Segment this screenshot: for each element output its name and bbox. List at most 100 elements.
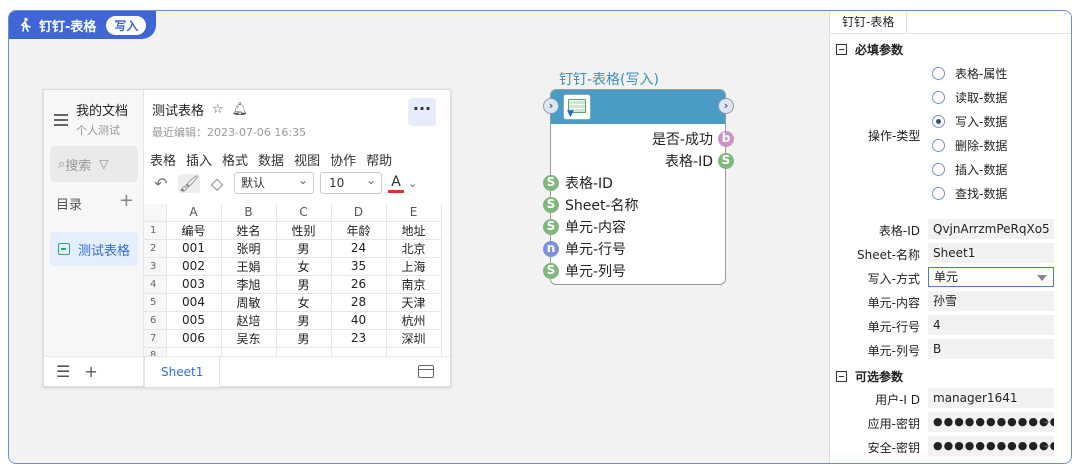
eye-off-icon[interactable]: ⌣: [1043, 436, 1050, 456]
add-icon[interactable]: +: [119, 192, 134, 213]
table-cell[interactable]: 23: [331, 329, 387, 348]
radio-option[interactable]: 查找-数据: [932, 185, 1007, 202]
input-port[interactable]: n: [543, 241, 559, 257]
row-header[interactable]: 7: [144, 329, 167, 348]
table-cell[interactable]: 北京: [386, 239, 442, 258]
chevron-down-icon[interactable]: [1037, 275, 1047, 281]
table-cell[interactable]: 26: [331, 275, 387, 294]
radio-option[interactable]: 写入-数据: [932, 113, 1007, 130]
table-cell[interactable]: 性别: [276, 221, 332, 240]
required-section-header[interactable]: 必填参数: [836, 41, 903, 58]
menu-item[interactable]: 表格: [150, 150, 176, 169]
secret-input[interactable]: ●●●●●●●●●●●● ⌣: [928, 412, 1054, 432]
table-cell[interactable]: 周敏: [221, 293, 277, 312]
column-header[interactable]: B: [221, 204, 277, 222]
table-cell[interactable]: 24: [331, 239, 387, 258]
column-header[interactable]: E: [386, 204, 442, 222]
table-cell[interactable]: 35: [331, 257, 387, 276]
chevron-down-icon[interactable]: ⌄: [408, 177, 417, 190]
output-port[interactable]: b: [718, 131, 734, 147]
menu-item[interactable]: 视图: [294, 150, 320, 169]
font-color-button[interactable]: A: [388, 174, 404, 193]
table-cell[interactable]: 005: [166, 311, 222, 330]
table-cell[interactable]: 上海: [386, 257, 442, 276]
row-header[interactable]: 1: [144, 221, 167, 240]
field-input[interactable]: QvjnArrzmPeRqXo5: [928, 219, 1054, 239]
column-header[interactable]: C: [276, 204, 332, 222]
field-input[interactable]: 4: [928, 315, 1054, 335]
radio-option[interactable]: 读取-数据: [932, 89, 1007, 106]
font-size-select[interactable]: 10: [320, 170, 382, 194]
secret-input[interactable]: ●●●●●●●●●●●● ⌣: [928, 436, 1054, 456]
table-cell[interactable]: 吴东: [221, 329, 277, 348]
radio-option[interactable]: 表格-属性: [932, 65, 1007, 82]
row-header[interactable]: 3: [144, 257, 167, 276]
write-mode-select[interactable]: 单元: [928, 267, 1054, 287]
row-header[interactable]: 6: [144, 311, 167, 330]
menu-item[interactable]: 帮助: [366, 150, 392, 169]
tab-sheet1[interactable]: Sheet1: [144, 356, 221, 387]
menu-item[interactable]: 插入: [186, 150, 212, 169]
input-port[interactable]: S: [543, 263, 559, 279]
field-input[interactable]: Sheet1: [928, 243, 1054, 263]
doc-search[interactable]: ⌕ 搜索 ▽: [50, 146, 138, 182]
table-cell[interactable]: 002: [166, 257, 222, 276]
radio-option[interactable]: 插入-数据: [932, 161, 1007, 178]
radio-button[interactable]: [932, 163, 945, 176]
optional-section-header[interactable]: 可选参数: [836, 368, 903, 385]
filter-icon[interactable]: ▽: [99, 157, 108, 171]
collapse-icon[interactable]: [836, 44, 847, 55]
field-input[interactable]: B: [928, 339, 1054, 359]
table-cell[interactable]: 赵培: [221, 311, 277, 330]
plus-icon[interactable]: +: [84, 362, 97, 381]
table-cell[interactable]: 李旭: [221, 275, 277, 294]
table-cell[interactable]: 006: [166, 329, 222, 348]
table-cell[interactable]: 男: [276, 329, 332, 348]
table-cell[interactable]: 男: [276, 311, 332, 330]
table-cell[interactable]: 张明: [221, 239, 277, 258]
collapse-icon[interactable]: [836, 371, 847, 382]
table-cell[interactable]: 天津: [386, 293, 442, 312]
star-icon[interactable]: ☆: [212, 102, 224, 117]
more-button[interactable]: ···: [408, 98, 436, 126]
radio-button[interactable]: [932, 115, 945, 128]
menu-item[interactable]: 格式: [222, 150, 248, 169]
undo-icon[interactable]: ↶: [150, 174, 172, 193]
exec-in-port[interactable]: ›: [543, 98, 559, 114]
eraser-icon[interactable]: ◇: [206, 174, 228, 193]
table-cell[interactable]: 女: [276, 293, 332, 312]
font-select[interactable]: 默认: [234, 170, 314, 194]
exec-out-port[interactable]: ›: [718, 98, 734, 114]
table-cell[interactable]: 003: [166, 275, 222, 294]
column-header[interactable]: D: [331, 204, 387, 222]
table-cell[interactable]: 004: [166, 293, 222, 312]
radio-button[interactable]: [932, 91, 945, 104]
menu-item[interactable]: 数据: [258, 150, 284, 169]
eye-off-icon[interactable]: ⌣: [1043, 412, 1050, 432]
node-header[interactable]: ▼: [551, 90, 725, 124]
table-cell[interactable]: 王娟: [221, 257, 277, 276]
table-cell[interactable]: 40: [331, 311, 387, 330]
sheet-view-icon[interactable]: [418, 365, 434, 378]
radio-option[interactable]: 删除-数据: [932, 137, 1007, 154]
menu-icon[interactable]: [54, 114, 68, 138]
table-cell[interactable]: 编号: [166, 221, 222, 240]
list-icon[interactable]: ☰: [56, 362, 70, 381]
format-painter-icon[interactable]: 🖌︎: [178, 173, 200, 193]
row-header[interactable]: 5: [144, 293, 167, 312]
table-cell[interactable]: 深圳: [386, 329, 442, 348]
table-cell[interactable]: 001: [166, 239, 222, 258]
field-input[interactable]: manager1641: [928, 388, 1054, 408]
field-input[interactable]: 孙雪: [928, 291, 1054, 311]
row-header[interactable]: 2: [144, 239, 167, 258]
table-cell[interactable]: 男: [276, 275, 332, 294]
table-cell[interactable]: 杭州: [386, 311, 442, 330]
table-cell[interactable]: 女: [276, 257, 332, 276]
table-cell[interactable]: 地址: [386, 221, 442, 240]
radio-button[interactable]: [932, 187, 945, 200]
table-cell[interactable]: 男: [276, 239, 332, 258]
table-cell[interactable]: 南京: [386, 275, 442, 294]
table-cell[interactable]: 年龄: [331, 221, 387, 240]
output-port[interactable]: S: [718, 153, 734, 169]
radio-button[interactable]: [932, 139, 945, 152]
